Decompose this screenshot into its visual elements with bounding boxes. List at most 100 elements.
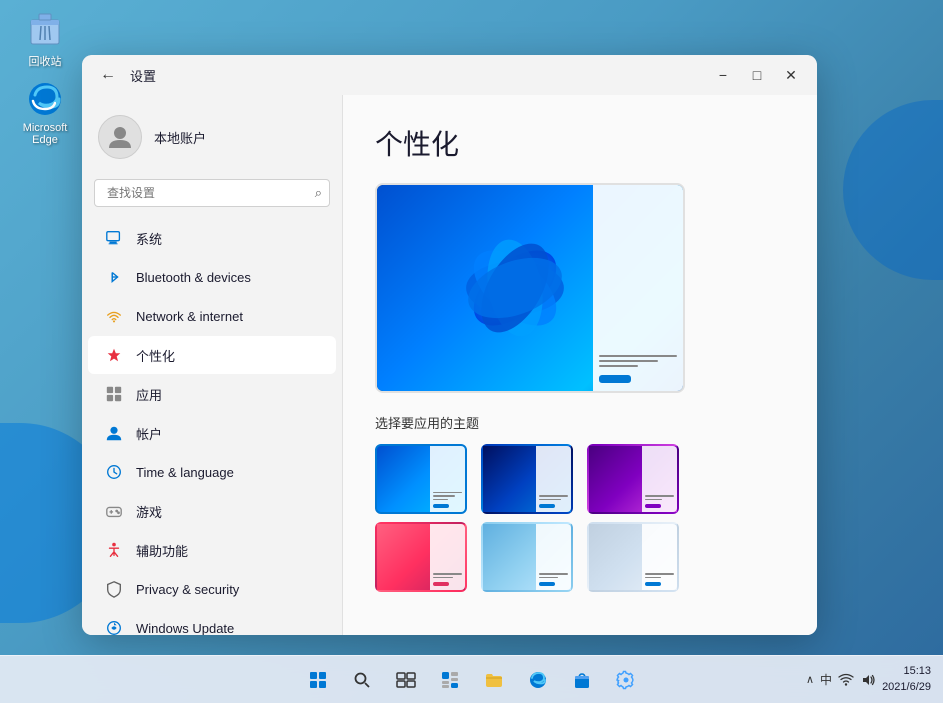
nav-item-update[interactable]: Windows Update [88, 609, 336, 635]
theme-card-4[interactable] [375, 522, 467, 592]
taskbar-taskview[interactable] [388, 662, 424, 698]
person-icon [104, 423, 124, 443]
mini-line [645, 495, 674, 497]
nav-item-system[interactable]: 系统 [88, 219, 336, 257]
theme-mini-btn-3 [645, 504, 661, 508]
mini-line [539, 573, 568, 575]
taskbar-center [300, 662, 644, 698]
system-icon [104, 228, 124, 248]
taskbar-network-icon[interactable] [838, 672, 854, 688]
nav-item-privacy[interactable]: Privacy & security [88, 570, 336, 608]
mini-line [539, 577, 558, 579]
bluetooth-icon [104, 267, 124, 287]
taskbar-keyboard[interactable]: 中 [820, 671, 832, 688]
theme-card-1[interactable] [375, 444, 467, 514]
system-label: 系统 [136, 229, 162, 248]
apps-label: 应用 [136, 385, 162, 404]
close-button[interactable]: ✕ [777, 61, 805, 89]
mini-line [645, 577, 661, 579]
preview-taskbar [593, 185, 683, 391]
theme-card-2[interactable] [481, 444, 573, 514]
clock-icon [104, 462, 124, 482]
mini-line [433, 577, 453, 579]
taskbar-chevron[interactable]: ∧ [806, 673, 814, 686]
update-icon [104, 618, 124, 635]
edge-icon[interactable]: Microsoft Edge [10, 79, 80, 146]
minimize-button[interactable]: − [709, 61, 737, 89]
shield-icon [104, 579, 124, 599]
network-label: Network & internet [136, 309, 243, 324]
taskbar-widgets[interactable] [432, 662, 468, 698]
theme-preview-large[interactable] [375, 183, 685, 393]
sidebar: 本地账户 ⌕ 系统 Blue [82, 95, 342, 635]
edge-label: Microsoft Edge [10, 122, 80, 146]
settings-body: 本地账户 ⌕ 系统 Blue [82, 95, 817, 635]
time-label: Time & language [136, 465, 234, 480]
update-label: Windows Update [136, 621, 234, 636]
taskbar-search[interactable] [344, 662, 380, 698]
taskbar-edge[interactable] [520, 662, 556, 698]
nav-item-accessibility[interactable]: 辅助功能 [88, 531, 336, 569]
search-box[interactable]: ⌕ [94, 179, 330, 207]
mini-line [433, 492, 462, 494]
search-input[interactable] [94, 179, 330, 207]
wifi-icon [104, 306, 124, 326]
taskbar-explorer[interactable] [476, 662, 512, 698]
taskbar-store[interactable] [564, 662, 600, 698]
theme-mini-taskbar-2 [536, 446, 571, 512]
theme-mini-lines-4 [433, 573, 462, 578]
edge-image [25, 79, 65, 119]
window-title: 设置 [130, 66, 156, 85]
preview-line-3 [599, 365, 638, 367]
taskbar-settings[interactable] [608, 662, 644, 698]
taskbar: ∧ 中 15:13 2021/6/29 [0, 655, 943, 703]
theme-mini-btn-2 [539, 504, 555, 508]
mini-line [433, 573, 462, 575]
mini-line [645, 573, 674, 575]
theme-mini-taskbar-3 [642, 446, 677, 512]
taskbar-start[interactable] [300, 662, 336, 698]
theme-card-3[interactable] [587, 444, 679, 514]
taskbar-clock[interactable]: 15:13 2021/6/29 [882, 664, 931, 695]
back-button[interactable]: ← [94, 61, 122, 89]
recycle-bin-icon[interactable]: 回收站 [10, 10, 80, 69]
game-icon [104, 501, 124, 521]
mini-line [433, 499, 448, 501]
preview-line-1 [599, 355, 677, 357]
theme-mini-lines-1 [433, 492, 462, 501]
theme-mini-lines-3 [645, 495, 674, 500]
accounts-label: 帐户 [136, 424, 162, 443]
desktop: 回收站 Microsoft Edge ← 设置 − □ ✕ [0, 0, 943, 703]
personalization-label: 个性化 [136, 346, 175, 365]
taskbar-date-display: 2021/6/29 [882, 680, 931, 695]
accessibility-label: 辅助功能 [136, 541, 188, 560]
nav-item-apps[interactable]: 应用 [88, 375, 336, 413]
maximize-button[interactable]: □ [743, 61, 771, 89]
personalization-icon [104, 345, 124, 365]
nav-item-bluetooth[interactable]: Bluetooth & devices [88, 258, 336, 296]
theme-mini-btn-5 [539, 582, 555, 586]
theme-grid [375, 444, 685, 592]
nav-item-accounts[interactable]: 帐户 [88, 414, 336, 452]
theme-mini-lines-6 [645, 573, 674, 578]
accessibility-icon [104, 540, 124, 560]
theme-mini-btn-4 [433, 582, 449, 586]
nav-item-network[interactable]: Network & internet [88, 297, 336, 335]
mini-line [645, 499, 662, 501]
nav-item-personalization[interactable]: 个性化 [88, 336, 336, 374]
gaming-label: 游戏 [136, 502, 162, 521]
theme-mini-taskbar-1 [430, 446, 465, 512]
recycle-bin-label: 回收站 [29, 53, 62, 69]
theme-card-5[interactable] [481, 522, 573, 592]
taskbar-right: ∧ 中 15:13 2021/6/29 [806, 664, 931, 695]
taskbar-sound-icon[interactable] [860, 672, 876, 688]
mini-line [433, 495, 455, 497]
nav-item-time[interactable]: Time & language [88, 453, 336, 491]
deco-circle-right [843, 100, 943, 280]
settings-window: ← 设置 − □ ✕ 本地账户 [82, 55, 817, 635]
theme-card-6[interactable] [587, 522, 679, 592]
nav-item-gaming[interactable]: 游戏 [88, 492, 336, 530]
main-content: 个性化 [342, 95, 817, 635]
preview-lines [599, 355, 677, 367]
user-section[interactable]: 本地账户 [82, 103, 342, 175]
